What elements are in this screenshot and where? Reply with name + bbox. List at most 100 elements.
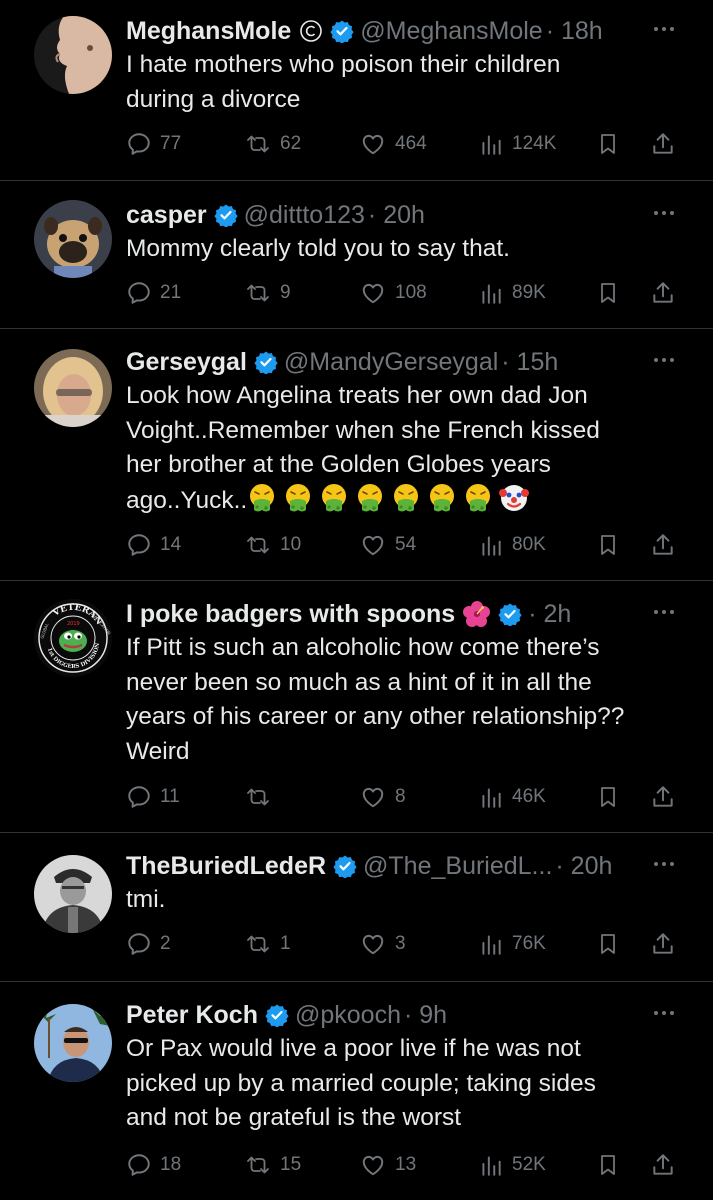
timestamp[interactable]: · 18h: [546, 17, 603, 46]
reply-count: 21: [160, 282, 182, 303]
like-button[interactable]: 54: [359, 530, 416, 560]
bookmark-button[interactable]: [596, 782, 620, 812]
like-button[interactable]: 464: [359, 129, 427, 159]
vomiting-face-icon: [247, 483, 277, 513]
like-button[interactable]: 3: [359, 929, 406, 959]
handle[interactable]: @MandyGerseygal: [284, 348, 498, 377]
text-line: picked up by a married couple; taking si…: [126, 1069, 596, 1097]
like-count: 464: [395, 133, 427, 154]
display-name[interactable]: casper: [126, 201, 207, 230]
repost-count: 62: [280, 133, 302, 154]
like-button[interactable]: 108: [359, 278, 427, 308]
verified-badge-icon: [214, 203, 238, 228]
avatar[interactable]: [34, 349, 112, 427]
repost-button[interactable]: 9: [244, 278, 291, 308]
views-button[interactable]: 46K: [478, 782, 546, 812]
share-button[interactable]: [650, 1150, 676, 1180]
timestamp[interactable]: · 9h: [404, 1001, 447, 1030]
text-line: Mommy clearly told you to say that.: [126, 235, 510, 262]
action-bar: 18 15 13 52K: [126, 1150, 686, 1180]
avatar[interactable]: [34, 16, 112, 94]
tweet-text: I hate mothers who poison their children…: [126, 48, 686, 117]
avatar[interactable]: VETERAN 1st DIGGERS DIVISION GLOBAL APPL…: [34, 599, 112, 677]
avatar[interactable]: [34, 855, 112, 933]
reply-button[interactable]: 77: [126, 129, 181, 159]
share-button[interactable]: [650, 782, 676, 812]
view-count: 80K: [512, 534, 546, 555]
like-button[interactable]: 8: [359, 782, 406, 812]
reply-button[interactable]: 2: [126, 929, 171, 959]
views-button[interactable]: 52K: [478, 1150, 546, 1180]
tweet[interactable]: Gerseygal @MandyGerseygal · 15h Look how…: [0, 345, 713, 580]
views-button[interactable]: 124K: [478, 129, 556, 159]
avatar[interactable]: [34, 200, 112, 278]
handle[interactable]: @pkooch: [295, 1001, 401, 1030]
repost-button[interactable]: 15: [244, 1150, 301, 1180]
share-button[interactable]: [650, 530, 676, 560]
handle[interactable]: @dittto123: [244, 201, 365, 230]
analytics-icon: [478, 532, 504, 558]
reply-button[interactable]: 14: [126, 530, 181, 560]
reply-button[interactable]: 21: [126, 278, 181, 308]
tweet[interactable]: Peter Koch @pkooch · 9h Or Pax would liv…: [0, 998, 713, 1198]
views-button[interactable]: 80K: [478, 530, 546, 560]
analytics-icon: [478, 1152, 504, 1178]
bookmark-button[interactable]: [596, 929, 620, 959]
more-options-icon[interactable]: [651, 599, 677, 625]
repost-button[interactable]: [244, 782, 280, 812]
divider: [0, 328, 713, 329]
more-options-icon[interactable]: [651, 200, 677, 226]
like-count: 54: [395, 534, 417, 555]
text-line: I hate mothers who poison their children: [126, 51, 561, 78]
view-count: 89K: [512, 282, 546, 303]
bookmark-button[interactable]: [596, 1150, 620, 1180]
share-button[interactable]: [650, 929, 676, 959]
reply-icon: [126, 1152, 152, 1178]
hibiscus-icon: [463, 600, 491, 628]
handle[interactable]: @MeghansMole: [360, 17, 542, 46]
avatar[interactable]: [34, 1004, 112, 1082]
timestamp[interactable]: · 20h: [555, 852, 612, 881]
share-button[interactable]: [650, 278, 676, 308]
more-options-icon[interactable]: [651, 1000, 677, 1026]
like-button[interactable]: 13: [359, 1150, 416, 1180]
tweet-header: Gerseygal @MandyGerseygal · 15h: [126, 345, 558, 379]
display-name[interactable]: Gerseygal: [126, 348, 247, 377]
repost-icon: [244, 1152, 272, 1178]
tweet[interactable]: casper @dittto123 · 20h Mommy clearly to…: [0, 198, 713, 328]
tweet[interactable]: TheBuriedLedeR @The_BuriedL... · 20h tmi…: [0, 849, 713, 979]
timestamp[interactable]: · 2h: [528, 600, 571, 629]
tweet[interactable]: VETERAN 1st DIGGERS DIVISION GLOBAL APPL…: [0, 597, 713, 832]
bookmark-icon: [596, 1152, 620, 1178]
more-options-icon[interactable]: [651, 347, 677, 373]
display-name[interactable]: Peter Koch: [126, 1001, 258, 1030]
timestamp[interactable]: · 20h: [368, 201, 425, 230]
handle[interactable]: @The_BuriedL...: [363, 852, 552, 881]
repost-button[interactable]: 62: [244, 129, 301, 159]
bookmark-button[interactable]: [596, 530, 620, 560]
view-count: 124K: [512, 133, 557, 154]
analytics-icon: [478, 280, 504, 306]
bookmark-button[interactable]: [596, 278, 620, 308]
avatar-text-year: 2019: [67, 621, 80, 627]
more-options-icon[interactable]: [651, 16, 677, 42]
views-button[interactable]: 89K: [478, 278, 546, 308]
repost-count: 9: [280, 282, 291, 303]
display-name[interactable]: TheBuriedLedeR: [126, 852, 326, 881]
reply-button[interactable]: 11: [126, 782, 180, 812]
share-icon: [650, 784, 676, 810]
share-button[interactable]: [650, 129, 676, 159]
share-icon: [650, 131, 676, 157]
reply-button[interactable]: 18: [126, 1150, 181, 1180]
display-name[interactable]: I poke badgers with spoons: [126, 600, 455, 629]
repost-icon: [244, 131, 272, 157]
views-button[interactable]: 76K: [478, 929, 546, 959]
tweet[interactable]: MeghansMole @MeghansMole · 18h I hate mo…: [0, 14, 713, 180]
repost-button[interactable]: 10: [244, 530, 301, 560]
vomiting-face-icon: [355, 483, 385, 513]
display-name[interactable]: MeghansMole: [126, 17, 291, 46]
bookmark-button[interactable]: [596, 129, 620, 159]
timestamp[interactable]: · 15h: [501, 348, 558, 377]
more-options-icon[interactable]: [651, 851, 677, 877]
repost-button[interactable]: 1: [244, 929, 291, 959]
